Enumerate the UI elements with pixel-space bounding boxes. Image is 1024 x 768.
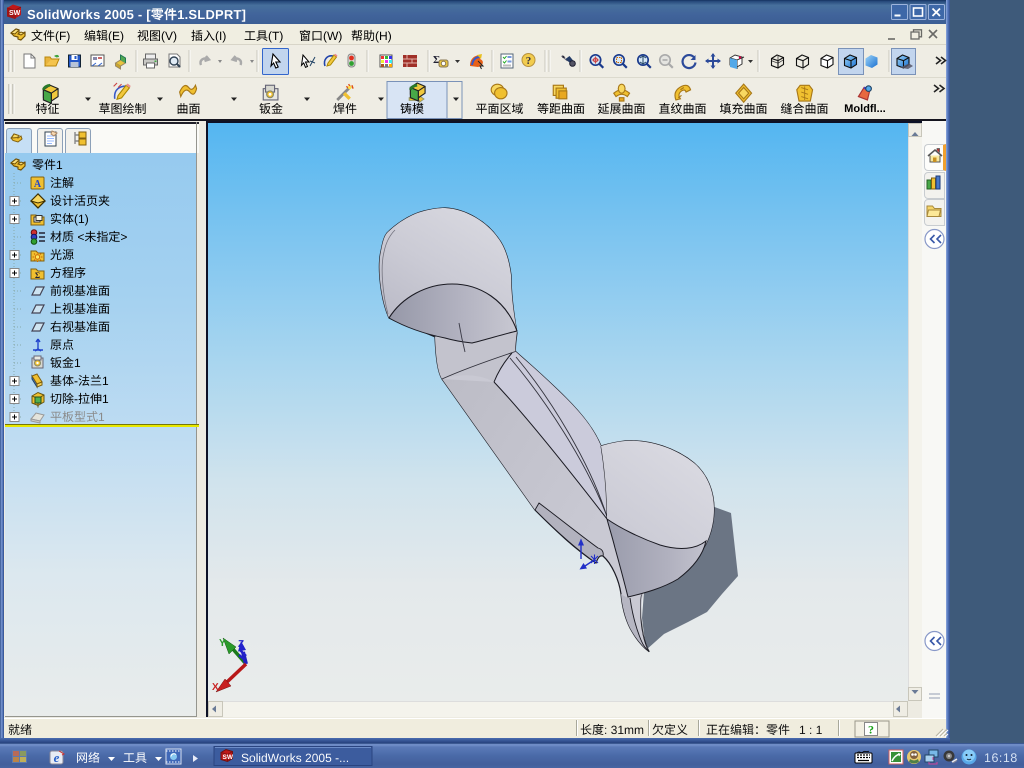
- svg-text:?: ?: [868, 723, 874, 737]
- svg-text:Σ: Σ: [35, 271, 40, 280]
- svg-text:?: ?: [526, 55, 532, 67]
- svg-text:SW: SW: [9, 10, 21, 17]
- svg-text:e: e: [54, 750, 60, 765]
- svg-text:A: A: [34, 179, 42, 190]
- svg-text:SW: SW: [223, 754, 234, 761]
